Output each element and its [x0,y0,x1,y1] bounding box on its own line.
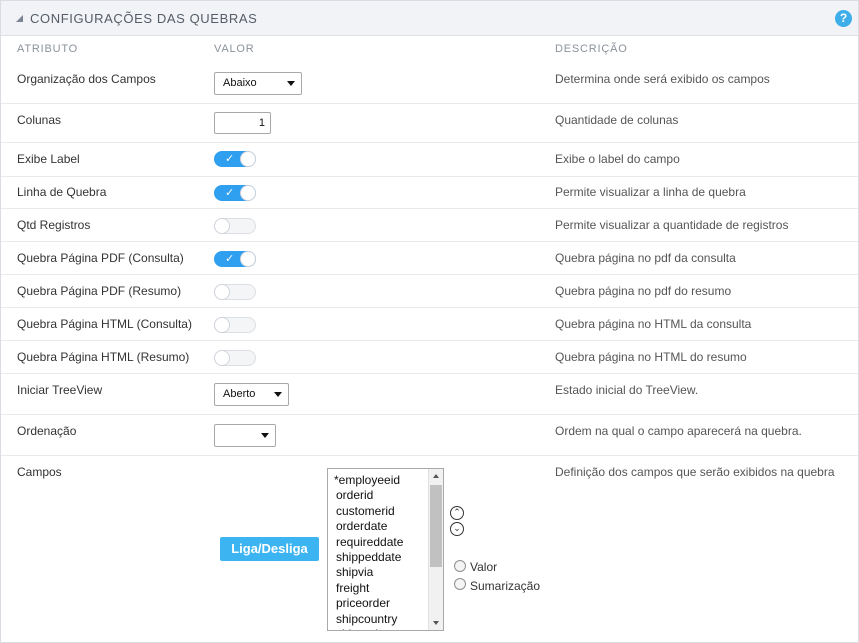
attribute-label: Organização dos Campos [17,72,156,86]
scroll-down-arrow-icon[interactable] [433,621,439,625]
list-item[interactable]: customerid [336,504,395,518]
attribute-label: Colunas [17,113,62,127]
panel-header: CONFIGURAÇÕES DAS QUEBRAS ? [1,1,858,36]
select-value: Aberto [223,388,256,400]
check-icon: ✓ [225,253,235,265]
select-value: Abaixo [223,77,257,89]
description-text: Quebra página no pdf do resumo [555,284,732,298]
ordenacao-select[interactable] [214,424,276,447]
attribute-label: Quebra Página PDF (Resumo) [17,284,182,298]
html-consulta-toggle[interactable] [214,317,256,333]
toggle-knob [240,185,256,201]
row-linha-quebra: Linha de Quebra ✓ Permite visualizar a l… [1,177,858,209]
caret-down-icon [274,392,282,397]
row-pdf-resumo: Quebra Página PDF (Resumo) Quebra página… [1,275,858,308]
attribute-label: Quebra Página PDF (Consulta) [17,251,184,265]
column-header-attribute: ATRIBUTO [17,43,78,55]
organizacao-select[interactable]: Abaixo [214,72,302,95]
column-header-value: VALOR [214,43,255,55]
toggle-knob [214,317,230,333]
column-header-description: DESCRIÇÃO [555,43,628,55]
move-down-icon[interactable]: ⌄ [450,522,464,536]
help-icon[interactable]: ? [835,10,852,27]
liga-desliga-button[interactable]: Liga/Desliga [220,537,319,561]
attribute-label: Ordenação [17,424,77,438]
description-text: Quebra página no HTML da consulta [555,317,752,331]
description-text: Permite visualizar a linha de quebra [555,185,746,199]
description-text: Ordem na qual o campo aparecerá na quebr… [555,424,802,438]
scroll-thumb[interactable] [430,485,442,567]
toggle-knob [214,350,230,366]
list-item[interactable]: orderid [336,488,373,502]
description-text: Quantidade de colunas [555,113,679,127]
description-text: Determina onde será exibido os campos [555,72,770,86]
toggle-knob [214,284,230,300]
description-text: Exibe o label do campo [555,152,680,166]
list-item[interactable]: orderdate [336,519,387,533]
campos-label: Campos [17,465,62,479]
radio-sumarizacao[interactable] [454,578,466,590]
radio-valor-label: Valor [470,560,498,574]
attribute-label: Quebra Página HTML (Consulta) [17,317,192,331]
pdf-resumo-toggle[interactable] [214,284,256,300]
toggle-knob [240,151,256,167]
exibe-label-toggle[interactable]: ✓ [214,151,256,167]
row-organizacao: Organização dos Campos Abaixo Determina … [1,62,858,104]
list-item[interactable]: requireddate [336,535,403,549]
list-item[interactable]: *employeeid [334,473,400,487]
attribute-label: Iniciar TreeView [17,383,103,397]
breaks-config-panel: CONFIGURAÇÕES DAS QUEBRAS ? ATRIBUTO VAL… [0,0,859,643]
row-ordenacao: Ordenação Ordem na qual o campo aparecer… [1,415,858,456]
row-html-consulta: Quebra Página HTML (Consulta) Quebra pág… [1,308,858,341]
check-icon: ✓ [225,153,235,165]
row-treeview: Iniciar TreeView Aberto Estado inicial d… [1,374,858,415]
attribute-label: Exibe Label [17,152,80,166]
campos-description: Definição dos campos que serão exibidos … [555,465,835,479]
attribute-label: Quebra Página HTML (Resumo) [17,350,190,364]
description-text: Quebra página no pdf da consulta [555,251,736,265]
row-qtd-registros: Qtd Registros Permite visualizar a quant… [1,209,858,242]
row-colunas: Colunas 1 Quantidade de colunas [1,104,858,143]
html-resumo-toggle[interactable] [214,350,256,366]
row-pdf-consulta: Quebra Página PDF (Consulta) ✓ Quebra pá… [1,242,858,275]
toggle-knob [214,218,230,234]
caret-down-icon [261,433,269,438]
attribute-label: Qtd Registros [17,218,91,232]
list-item[interactable]: freight [336,581,369,595]
list-item[interactable]: shippeddate [336,550,401,564]
radio-valor[interactable] [454,560,466,572]
description-text: Permite visualizar a quantidade de regis… [555,218,789,232]
toggle-knob [240,251,256,267]
attribute-label: Linha de Quebra [17,185,107,199]
check-icon: ✓ [225,187,235,199]
list-item[interactable]: shipvia [336,565,373,579]
panel-title: CONFIGURAÇÕES DAS QUEBRAS [30,11,258,26]
list-item[interactable]: priceorder [336,596,390,610]
description-text: Quebra página no HTML do resumo [555,350,747,364]
caret-down-icon [287,81,295,86]
list-item[interactable]: shipregion [336,627,391,630]
row-html-resumo: Quebra Página HTML (Resumo) Quebra págin… [1,341,858,374]
listbox-scrollbar[interactable] [428,469,443,630]
scroll-up-arrow-icon[interactable] [433,474,439,478]
radio-sumarizacao-label: Sumarização [470,579,541,593]
colunas-input[interactable]: 1 [214,112,271,134]
qtd-registros-toggle[interactable] [214,218,256,234]
treeview-select[interactable]: Aberto [214,383,289,406]
list-item[interactable]: shipcountry [336,612,397,626]
pdf-consulta-toggle[interactable]: ✓ [214,251,256,267]
linha-quebra-toggle[interactable]: ✓ [214,185,256,201]
move-up-icon[interactable]: ⌃ [450,506,464,520]
description-text: Estado inicial do TreeView. [555,383,699,397]
fields-listbox[interactable]: *employeeid orderid customerid orderdate… [327,468,444,631]
row-exibe-label: Exibe Label ✓ Exibe o label do campo [1,143,858,177]
collapse-triangle-icon[interactable] [16,15,23,22]
